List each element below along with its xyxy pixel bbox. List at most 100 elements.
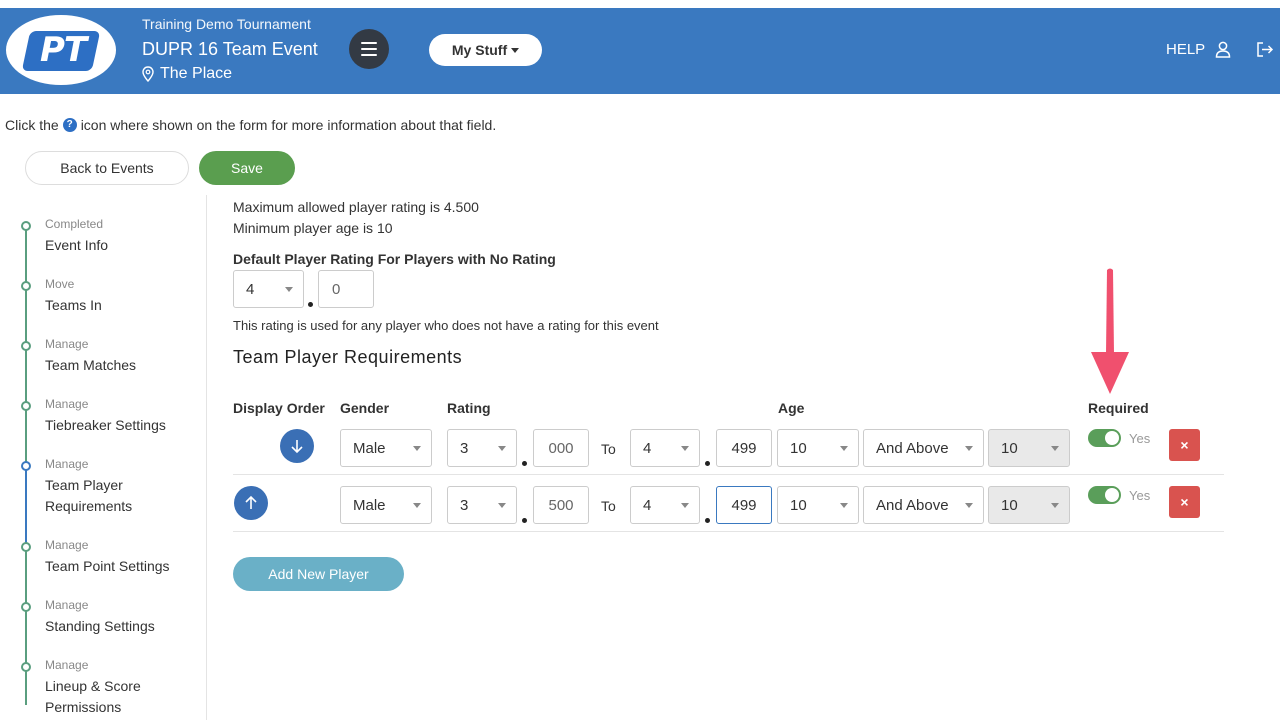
select-value: Male (353, 439, 386, 457)
help-hint-prefix: Click the (5, 117, 59, 133)
step-status: Completed (45, 217, 104, 231)
step-dot (21, 461, 31, 471)
step-dot (21, 281, 31, 291)
section-title: Team Player Requirements (233, 347, 463, 367)
step-dot (21, 221, 31, 231)
event-place: The Place (142, 65, 232, 83)
gender-select[interactable]: Male (340, 429, 432, 467)
col-rating: Rating (447, 400, 491, 416)
step-title: Teams In (45, 297, 102, 313)
chevron-down-icon (1051, 503, 1059, 508)
rating-to-decimal-input[interactable]: 499 (716, 486, 772, 524)
select-value: 4 (643, 496, 652, 514)
step-status: Manage (45, 337, 89, 351)
age-from-select[interactable]: 10 (777, 429, 859, 467)
chevron-down-icon (840, 503, 848, 508)
select-value: 4 (643, 439, 652, 457)
min-age-text: Minimum player age is 10 (233, 220, 393, 236)
default-rating-whole-select[interactable]: 4 (233, 270, 304, 308)
delete-row-button[interactable]: × (1169, 429, 1200, 461)
chevron-down-icon (498, 503, 506, 508)
required-yes-label: Yes (1129, 431, 1151, 446)
age-from-select[interactable]: 10 (777, 486, 859, 524)
annotation-arrow-icon (1091, 268, 1129, 394)
step-status: Manage (45, 658, 89, 672)
logo-text: PT (39, 30, 87, 70)
step-dot (21, 401, 31, 411)
event-title: DUPR 16 Team Event (142, 39, 318, 59)
chevron-down-icon (965, 446, 973, 451)
chevron-down-icon (285, 287, 293, 292)
move-down-button[interactable] (280, 429, 314, 463)
help-link[interactable]: HELP (1166, 41, 1231, 58)
rating-to-whole-select[interactable]: 4 (630, 429, 700, 467)
close-icon: × (1180, 494, 1189, 510)
menu-bar (361, 54, 377, 56)
step-title: Event Info (45, 237, 109, 253)
chevron-down-icon (413, 446, 421, 451)
rating-from-whole-select[interactable]: 3 (447, 486, 517, 524)
age-to-select[interactable]: 10 (988, 429, 1070, 467)
default-rating-note: This rating is used for any player who d… (233, 318, 659, 333)
default-rating-decimal-input[interactable]: 0 (318, 270, 374, 308)
toggle-knob (1105, 431, 1119, 445)
close-icon: × (1180, 437, 1189, 453)
step-status: Manage (45, 397, 89, 411)
step-status: Move (45, 277, 75, 291)
col-required: Required (1088, 400, 1149, 416)
chevron-down-icon (681, 503, 689, 508)
menu-bar (361, 42, 377, 44)
my-stuff-dropdown[interactable]: My Stuff (429, 34, 542, 66)
to-label: To (601, 498, 616, 514)
toggle-knob (1105, 488, 1119, 502)
chevron-down-icon (965, 503, 973, 508)
select-value: 3 (460, 496, 469, 514)
age-to-select[interactable]: 10 (988, 486, 1070, 524)
help-hint: Click the ? icon where shown on the form… (5, 117, 496, 133)
my-stuff-label: My Stuff (451, 42, 508, 58)
step-title: Team Matches (45, 357, 137, 373)
logout-icon[interactable] (1256, 41, 1274, 63)
select-value: And Above (876, 496, 949, 514)
step-title: Standing Settings (45, 618, 155, 634)
decimal-point (705, 461, 710, 466)
col-age: Age (778, 400, 805, 416)
rating-to-decimal-input[interactable]: 499 (716, 429, 772, 467)
required-toggle[interactable] (1088, 429, 1121, 447)
step-status: Manage (45, 457, 89, 471)
step-sidebar: Completed Event Info Move Teams In Manag… (0, 195, 207, 720)
chevron-down-icon (498, 446, 506, 451)
step-title: Lineup & Score Permissions (45, 678, 141, 715)
hamburger-menu-button[interactable] (349, 29, 389, 69)
age-mode-select[interactable]: And Above (863, 486, 984, 524)
move-up-button[interactable] (234, 486, 268, 520)
age-mode-select[interactable]: And Above (863, 429, 984, 467)
add-new-player-button[interactable]: Add New Player (233, 557, 404, 591)
col-display-order: Display Order (233, 400, 325, 416)
rating-from-decimal-input[interactable]: 000 (533, 429, 589, 467)
user-icon[interactable] (1215, 41, 1231, 58)
col-gender: Gender (340, 400, 390, 416)
step-dot (21, 341, 31, 351)
select-value: 10 (1001, 439, 1018, 457)
row-divider (233, 474, 1224, 475)
step-active-line (25, 465, 27, 545)
decimal-point (522, 461, 527, 466)
chevron-down-icon (413, 503, 421, 508)
rating-to-whole-select[interactable]: 4 (630, 486, 700, 524)
required-toggle[interactable] (1088, 486, 1121, 504)
rating-from-whole-select[interactable]: 3 (447, 429, 517, 467)
step-title: Team Player Requirements (45, 477, 133, 514)
app-header: PT Training Demo Tournament DUPR 16 Team… (0, 8, 1280, 94)
delete-row-button[interactable]: × (1169, 486, 1200, 518)
menu-bar (361, 48, 377, 50)
help-hint-suffix: icon where shown on the form for more in… (80, 117, 497, 133)
step-status: Manage (45, 598, 89, 612)
back-to-events-button[interactable]: Back to Events (25, 151, 189, 185)
save-button[interactable]: Save (199, 151, 295, 185)
logo[interactable]: PT (6, 15, 116, 85)
rating-from-decimal-input[interactable]: 500 (533, 486, 589, 524)
step-status: Manage (45, 538, 89, 552)
step-dot (21, 662, 31, 672)
gender-select[interactable]: Male (340, 486, 432, 524)
